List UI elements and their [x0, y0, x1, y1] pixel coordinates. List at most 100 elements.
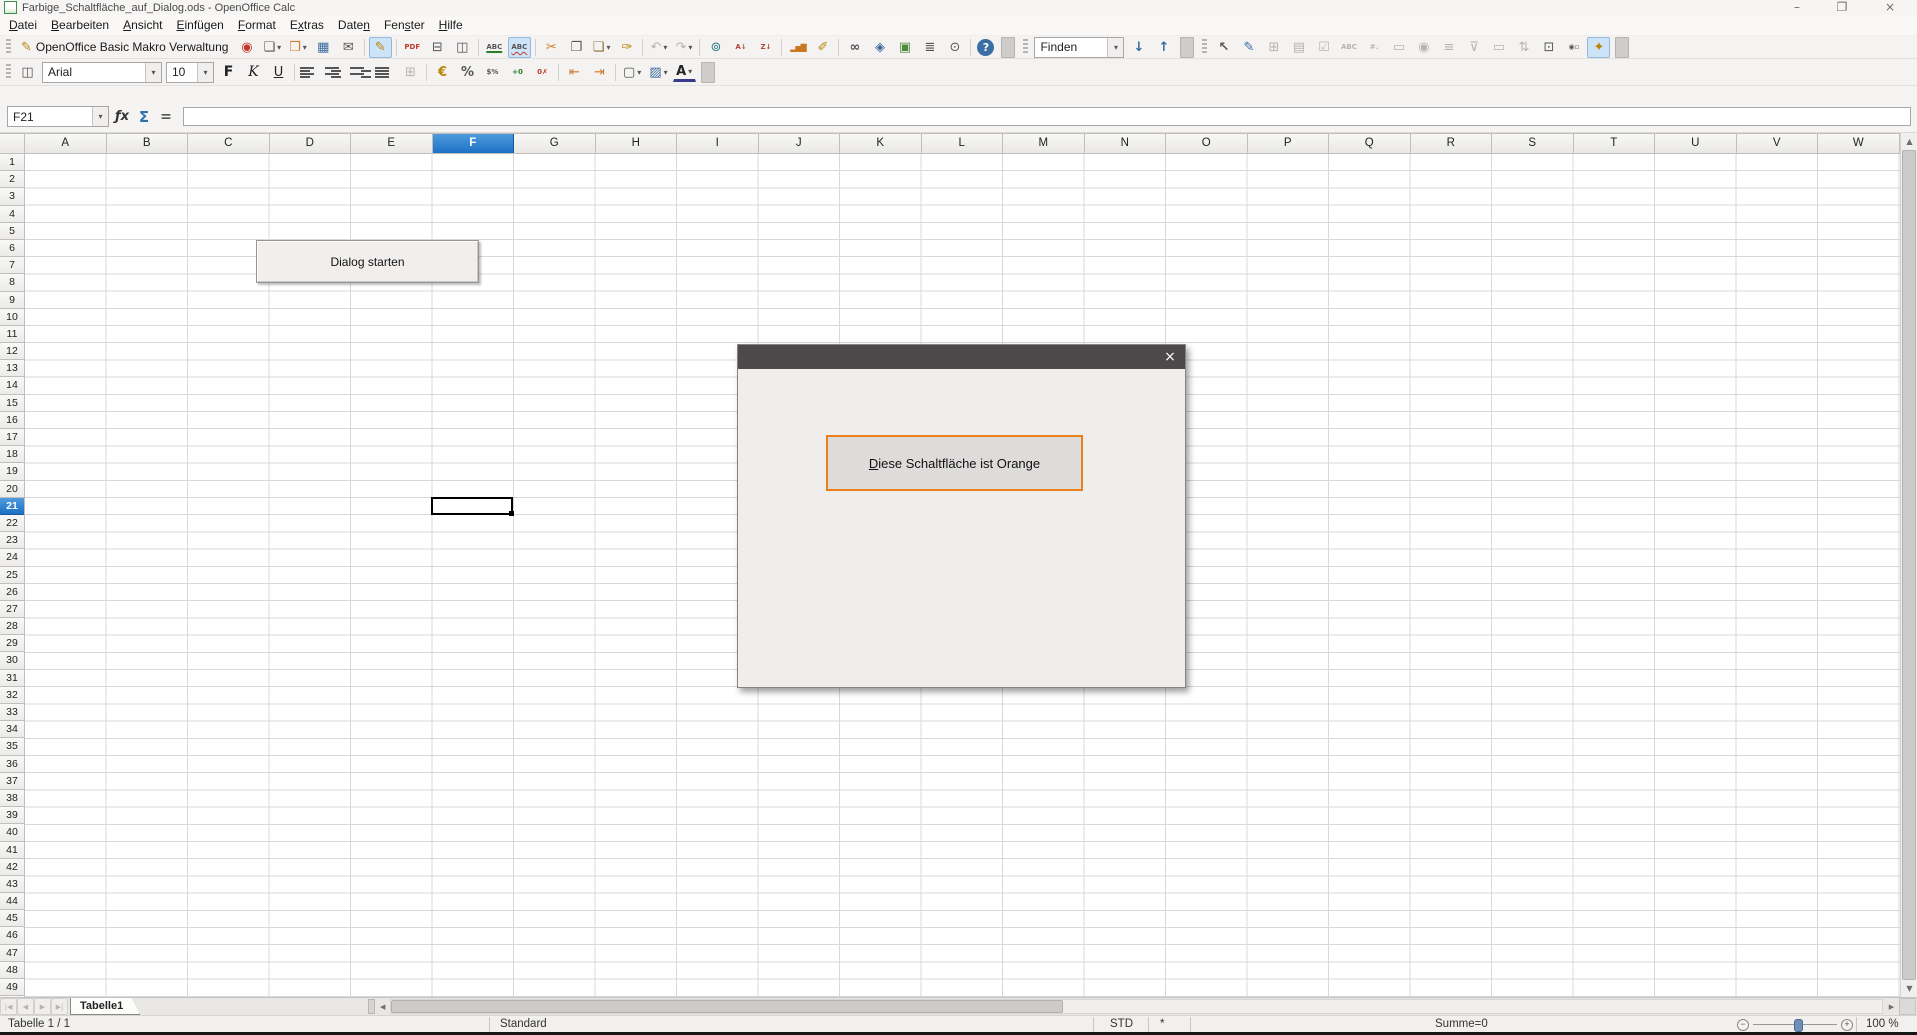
font-name-dropdown-icon[interactable]: ▾: [145, 63, 161, 82]
font-size-dropdown-icon[interactable]: ▾: [197, 63, 213, 82]
new-document-icon[interactable]: ❏▾: [260, 37, 284, 58]
option-button-icon[interactable]: ◉: [1412, 37, 1435, 58]
vertical-scrollbar[interactable]: ▲ ▼: [1900, 133, 1917, 997]
row-header[interactable]: 38: [0, 790, 24, 807]
font-color-icon-dropdown[interactable]: ▾: [688, 66, 692, 78]
menu-item-hilfe[interactable]: Hilfe: [432, 17, 470, 33]
macro-record-icon[interactable]: ◉: [235, 37, 258, 58]
sort-ascending-icon[interactable]: A↓: [729, 37, 752, 58]
row-header[interactable]: 11: [0, 326, 24, 343]
sheet-tab-tabelle1[interactable]: Tabelle1: [70, 998, 140, 1015]
formatted-field-icon[interactable]: #.: [1362, 37, 1385, 58]
dialog-titlebar[interactable]: ×: [738, 345, 1185, 369]
toggle-controls-icon[interactable]: ◉▫: [1562, 37, 1585, 58]
column-header[interactable]: T: [1574, 134, 1656, 153]
font-name-combobox[interactable]: Arial ▾: [42, 62, 162, 83]
dialog-close-icon[interactable]: ×: [1155, 345, 1185, 369]
currency-format-icon[interactable]: €: [431, 62, 454, 83]
align-right-icon[interactable]: [349, 66, 372, 79]
row-header[interactable]: 20: [0, 481, 24, 498]
column-header[interactable]: A: [25, 134, 107, 153]
row-header[interactable]: 30: [0, 652, 24, 669]
column-header[interactable]: J: [759, 134, 841, 153]
row-header[interactable]: 19: [0, 463, 24, 480]
borders-icon[interactable]: ▢▾: [620, 62, 644, 83]
save-icon[interactable]: ▦: [312, 37, 335, 58]
row-header[interactable]: 17: [0, 429, 24, 446]
list-box-icon[interactable]: ≡: [1437, 37, 1460, 58]
row-header[interactable]: 9: [0, 292, 24, 309]
row-header[interactable]: 44: [0, 893, 24, 910]
row-header[interactable]: 6: [0, 240, 24, 257]
paste-icon-dropdown[interactable]: ▾: [606, 43, 610, 52]
scroll-down-icon[interactable]: ▼: [1901, 980, 1917, 997]
row-header[interactable]: 12: [0, 343, 24, 360]
row-header[interactable]: 3: [0, 188, 24, 205]
sort-descending-icon[interactable]: Z↓: [754, 37, 777, 58]
autospellcheck-icon[interactable]: ABC: [508, 37, 531, 58]
column-header[interactable]: C: [188, 134, 270, 153]
row-header[interactable]: 34: [0, 721, 24, 738]
print-icon[interactable]: ⊟: [426, 37, 449, 58]
add-decimal-icon[interactable]: +0: [506, 62, 529, 83]
column-header[interactable]: Q: [1329, 134, 1411, 153]
menu-item-ansicht[interactable]: Ansicht: [116, 17, 169, 33]
tab-first-icon[interactable]: |◀: [0, 998, 17, 1015]
spin-button-icon[interactable]: ⇅: [1512, 37, 1535, 58]
navigator-icon[interactable]: ◈: [868, 37, 891, 58]
export-pdf-icon[interactable]: PDF: [401, 37, 424, 58]
column-header[interactable]: I: [677, 134, 759, 153]
data-sources-icon[interactable]: ≣: [918, 37, 941, 58]
menu-item-fenster[interactable]: Fenster: [377, 17, 432, 33]
row-header[interactable]: 25: [0, 567, 24, 584]
copy-icon[interactable]: ❐: [565, 37, 588, 58]
menu-item-bearbeiten[interactable]: Bearbeiten: [44, 17, 116, 33]
row-header[interactable]: 22: [0, 515, 24, 532]
push-button-icon[interactable]: ▭: [1487, 37, 1510, 58]
scroll-up-icon[interactable]: ▲: [1901, 133, 1917, 150]
help-icon[interactable]: ?: [977, 39, 994, 56]
column-header[interactable]: K: [840, 134, 922, 153]
row-header[interactable]: 15: [0, 395, 24, 412]
spellcheck-icon[interactable]: ABC: [483, 37, 506, 58]
undo-icon[interactable]: ↶▾: [647, 37, 670, 58]
column-header[interactable]: B: [107, 134, 189, 153]
row-header[interactable]: 37: [0, 773, 24, 790]
undo-icon-dropdown[interactable]: ▾: [663, 43, 667, 52]
percent-format-icon[interactable]: %: [456, 62, 479, 83]
column-header[interactable]: R: [1411, 134, 1493, 153]
zoom-percent[interactable]: 100 %: [1866, 1018, 1899, 1030]
row-header[interactable]: 26: [0, 584, 24, 601]
restore-button[interactable]: ❐: [1827, 0, 1857, 14]
select-icon[interactable]: ↖: [1212, 37, 1235, 58]
label-field-icon[interactable]: ABC: [1337, 37, 1360, 58]
tab-next-icon[interactable]: ▶: [34, 998, 51, 1015]
function-wizard-icon[interactable]: ƒx: [112, 107, 132, 126]
hscroll-left-icon[interactable]: ◀: [376, 1003, 389, 1011]
hyperlink-icon[interactable]: ⊚: [704, 37, 727, 58]
decrease-indent-icon[interactable]: ⇤: [563, 62, 586, 83]
form-properties-icon[interactable]: ▤: [1287, 37, 1310, 58]
control-properties-icon[interactable]: ⊞: [1262, 37, 1285, 58]
align-left-icon[interactable]: [299, 66, 322, 79]
column-header[interactable]: L: [922, 134, 1004, 153]
zoom-slider-thumb[interactable]: [1794, 1019, 1803, 1032]
hscroll-right-icon[interactable]: ▶: [1885, 1003, 1898, 1011]
find-dropdown-icon[interactable]: ▾: [1107, 38, 1123, 57]
design-mode-icon[interactable]: ✎: [1237, 37, 1260, 58]
form-design-icon[interactable]: ⊡: [1537, 37, 1560, 58]
function-icon[interactable]: =: [156, 107, 176, 126]
gallery-icon[interactable]: ▣: [893, 37, 916, 58]
dialog-starten-button[interactable]: Dialog starten: [256, 240, 479, 283]
font-color-icon[interactable]: A▾: [673, 65, 696, 82]
column-header[interactable]: O: [1166, 134, 1248, 153]
draw-functions-icon[interactable]: ✐: [811, 37, 834, 58]
underline-icon[interactable]: U: [267, 62, 290, 83]
chart-icon[interactable]: ▂▅▇: [786, 37, 809, 58]
align-justified-icon[interactable]: [374, 66, 397, 79]
sum-display[interactable]: Summe=0: [1435, 1018, 1488, 1030]
row-header[interactable]: 23: [0, 532, 24, 549]
bold-icon[interactable]: F: [217, 62, 240, 83]
row-header[interactable]: 18: [0, 446, 24, 463]
column-header[interactable]: D: [270, 134, 352, 153]
